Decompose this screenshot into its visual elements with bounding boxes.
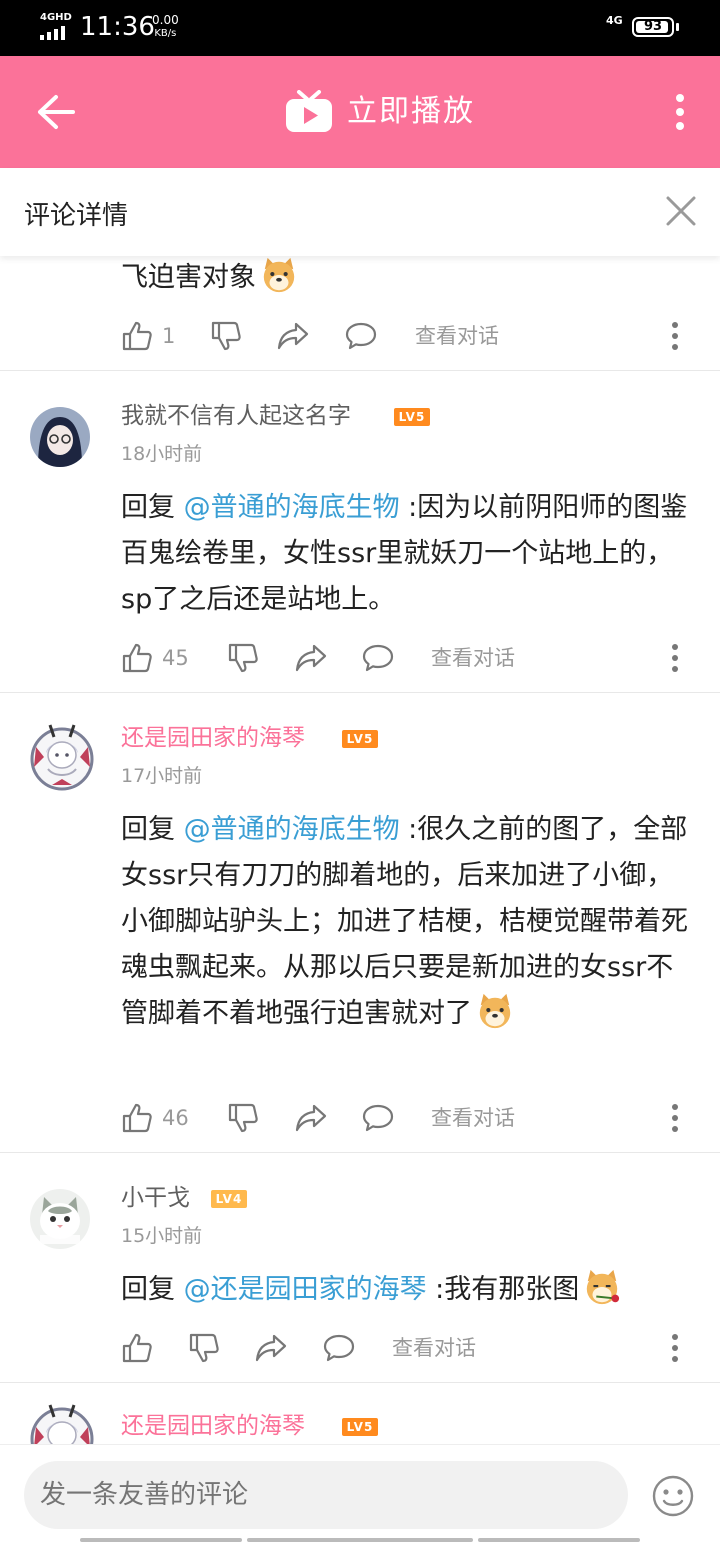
avatar[interactable] <box>22 717 102 797</box>
reply-icon[interactable] <box>345 320 377 352</box>
network-type-right: 4G <box>606 14 623 27</box>
level-badge: LV5 <box>394 408 430 426</box>
comment-input-bar <box>0 1444 720 1545</box>
comment-item: 飞迫害对象 1 查看对话 <box>0 256 720 370</box>
emoji-icon[interactable] <box>652 1475 694 1517</box>
comment-detail-title: 评论详情 <box>24 201 129 231</box>
like-icon[interactable] <box>121 1102 153 1134</box>
share-icon[interactable] <box>277 320 309 352</box>
share-icon[interactable] <box>255 1332 287 1364</box>
comment-text: 飞迫害对象 <box>121 256 693 301</box>
gesture-bar <box>80 1538 640 1542</box>
like-icon[interactable] <box>121 1332 153 1364</box>
comment-time: 17小时前 <box>121 765 203 787</box>
comment-item: 小干戈 LV4 15小时前 回复 @还是园田家的海琴 :我有那张图 查看对话 <box>0 1153 720 1382</box>
reply-prefix: 回复 <box>121 492 184 523</box>
reply-icon[interactable] <box>362 1102 394 1134</box>
dislike-icon[interactable] <box>210 320 242 352</box>
speed-value: 0.00 <box>152 13 179 27</box>
reply-prefix: 回复 <box>121 1274 184 1305</box>
mention-link[interactable]: @普通的海底生物 <box>184 492 400 523</box>
like-icon[interactable] <box>121 642 153 674</box>
view-dialog-link[interactable]: 查看对话 <box>431 642 515 674</box>
username[interactable]: 还是园田家的海琴 <box>121 723 305 753</box>
comment-item: 还是园田家的海琴 LV5 <box>0 1383 720 1444</box>
view-dialog-link[interactable]: 查看对话 <box>415 320 499 352</box>
like-count: 45 <box>162 646 189 670</box>
status-bar: 4GHD 11:36 0.00 KB/s 4G 93 <box>0 0 720 56</box>
avatar[interactable] <box>30 407 90 467</box>
battery-tip <box>676 23 679 31</box>
mention-link[interactable]: @还是园田家的海琴 <box>184 1274 427 1305</box>
comment-time: 18小时前 <box>121 443 203 465</box>
comment-more-icon[interactable] <box>671 1102 679 1134</box>
view-dialog-link[interactable]: 查看对话 <box>431 1102 515 1134</box>
close-icon[interactable] <box>664 194 698 228</box>
level-badge: LV5 <box>342 1418 378 1436</box>
tv-play-icon <box>286 90 332 132</box>
comment-text: 回复 @普通的海底生物 :因为以前阴阳师的图鉴百鬼绘卷里，女性ssr里就妖刀一个… <box>121 485 693 623</box>
mention-link[interactable]: @普通的海底生物 <box>184 814 400 845</box>
reply-icon[interactable] <box>362 642 394 674</box>
comment-text-tail: 飞迫害对象 <box>121 262 256 293</box>
comment-more-icon[interactable] <box>671 642 679 674</box>
network-type: 4GHD <box>40 12 72 23</box>
comment-time: 15小时前 <box>121 1225 203 1247</box>
clock: 11:36 <box>80 12 155 42</box>
more-vertical-icon[interactable] <box>662 92 698 132</box>
comment-item: 我就不信有人起这名字 LV5 18小时前 回复 @普通的海底生物 :因为以前阴阳… <box>0 371 720 692</box>
dislike-icon[interactable] <box>227 642 259 674</box>
username[interactable]: 还是园田家的海琴 <box>121 1411 305 1441</box>
doge-emoji-icon <box>263 257 295 293</box>
battery-percent: 93 <box>643 19 663 34</box>
comment-more-icon[interactable] <box>671 320 679 352</box>
username[interactable]: 小干戈 <box>121 1183 190 1213</box>
view-dialog-link[interactable]: 查看对话 <box>392 1332 476 1364</box>
comment-detail-bar: 评论详情 <box>0 168 720 256</box>
level-badge: LV5 <box>342 730 378 748</box>
level-badge: LV4 <box>211 1190 247 1208</box>
network-speed: 0.00 KB/s <box>152 14 179 40</box>
signal-icon <box>40 26 68 40</box>
battery-icon: 93 <box>632 17 674 37</box>
like-count: 1 <box>162 324 176 348</box>
comment-list[interactable]: 飞迫害对象 1 查看对话 我就不信有人起这名字 LV5 18小时前 回复 @普通… <box>0 256 720 1444</box>
app-header: 立即播放 <box>0 56 720 168</box>
like-icon[interactable] <box>121 320 153 352</box>
comment-actions: 45 查看对话 <box>121 638 701 678</box>
doge-emoji-icon <box>479 993 511 1029</box>
back-arrow-icon[interactable] <box>36 94 76 130</box>
header-title[interactable]: 立即播放 <box>347 88 475 136</box>
comment-input[interactable] <box>24 1461 628 1529</box>
comment-more-icon[interactable] <box>671 1332 679 1364</box>
comment-body: :很久之前的图了，全部女ssr只有刀刀的脚着地的，后来加进了小御，小御脚站驴头上… <box>121 814 688 1029</box>
comment-text: 回复 @还是园田家的海琴 :我有那张图 <box>121 1267 693 1313</box>
avatar[interactable] <box>22 1397 102 1444</box>
like-count: 46 <box>162 1106 189 1130</box>
comment-actions: 1 查看对话 <box>121 316 701 356</box>
reply-prefix: 回复 <box>121 814 184 845</box>
share-icon[interactable] <box>295 642 327 674</box>
dislike-icon[interactable] <box>188 1332 220 1364</box>
comment-actions: 查看对话 <box>121 1328 701 1368</box>
speed-unit: KB/s <box>154 28 177 39</box>
comment-actions: 46 查看对话 <box>121 1098 701 1138</box>
comment-item: 还是园田家的海琴 LV5 17小时前 回复 @普通的海底生物 :很久之前的图了，… <box>0 693 720 1152</box>
dislike-icon[interactable] <box>227 1102 259 1134</box>
reply-icon[interactable] <box>323 1332 355 1364</box>
comment-text: 回复 @普通的海底生物 :很久之前的图了，全部女ssr只有刀刀的脚着地的，后来加… <box>121 807 693 1037</box>
avatar[interactable] <box>30 1189 90 1249</box>
doge-rose-emoji-icon <box>587 1269 620 1305</box>
comment-body: :我有那张图 <box>426 1274 580 1305</box>
username[interactable]: 我就不信有人起这名字 <box>121 401 351 431</box>
share-icon[interactable] <box>295 1102 327 1134</box>
